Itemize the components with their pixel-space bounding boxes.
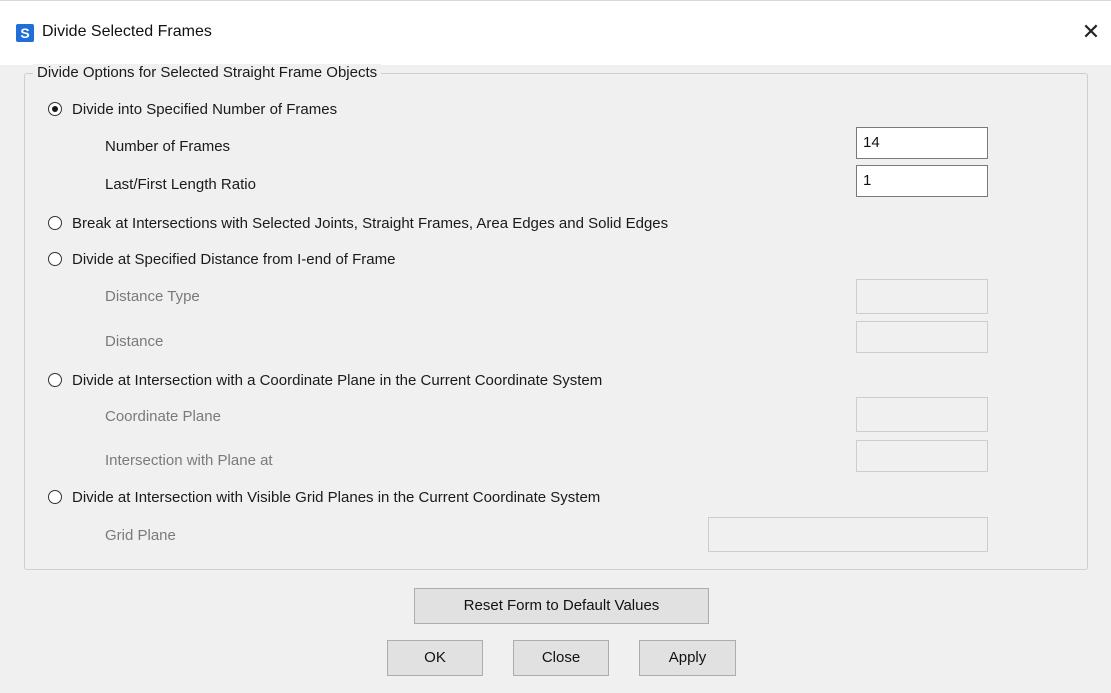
- option-coordinate-plane[interactable]: Divide at Intersection with a Coordinate…: [48, 369, 602, 391]
- reset-form-button[interactable]: Reset Form to Default Values: [414, 588, 709, 624]
- option-specified-number[interactable]: Divide into Specified Number of Frames: [48, 98, 337, 120]
- option-grid-planes[interactable]: Divide at Intersection with Visible Grid…: [48, 486, 600, 508]
- coordinate-plane-input[interactable]: [856, 397, 988, 432]
- distance-input[interactable]: [856, 321, 988, 353]
- intersection-plane-label: Intersection with Plane at: [105, 452, 273, 469]
- number-of-frames-label: Number of Frames: [105, 138, 231, 155]
- apply-button[interactable]: Apply: [639, 640, 736, 676]
- radio-specified-distance[interactable]: [48, 252, 62, 266]
- length-ratio-label: Last/First Length Ratio: [105, 176, 256, 193]
- length-ratio-input[interactable]: 1: [856, 165, 988, 197]
- intersection-plane-input[interactable]: [856, 440, 988, 472]
- close-icon[interactable]: ✕: [1080, 19, 1102, 45]
- option-specified-distance[interactable]: Divide at Specified Distance from I-end …: [48, 248, 395, 270]
- distance-type-label: Distance Type: [105, 288, 200, 305]
- divide-options-group-legend: Divide Options for Selected Straight Fra…: [33, 64, 382, 81]
- radio-grid-planes[interactable]: [48, 490, 62, 504]
- option-grid-planes-label: Divide at Intersection with Visible Grid…: [72, 488, 601, 506]
- option-break-intersections-label: Break at Intersections with Selected Joi…: [72, 214, 669, 232]
- radio-specified-number[interactable]: [48, 102, 62, 116]
- grid-plane-input[interactable]: [708, 517, 988, 552]
- close-button[interactable]: Close: [513, 640, 609, 676]
- radio-coordinate-plane[interactable]: [48, 373, 62, 387]
- option-specified-distance-label: Divide at Specified Distance from I-end …: [72, 250, 396, 268]
- number-of-frames-input[interactable]: 14: [856, 127, 988, 159]
- title-bar: S Divide Selected Frames ✕: [0, 0, 1111, 65]
- coordinate-plane-label: Coordinate Plane: [105, 408, 221, 425]
- sap2000-app-icon: S: [16, 24, 34, 42]
- option-specified-number-label: Divide into Specified Number of Frames: [72, 100, 338, 118]
- grid-plane-label: Grid Plane: [105, 527, 176, 544]
- option-coordinate-plane-label: Divide at Intersection with a Coordinate…: [72, 371, 603, 389]
- ok-button[interactable]: OK: [387, 640, 483, 676]
- option-break-intersections[interactable]: Break at Intersections with Selected Joi…: [48, 212, 668, 234]
- distance-label: Distance: [105, 333, 164, 350]
- divide-selected-frames-dialog: S Divide Selected Frames ✕ Divide Option…: [0, 0, 1111, 693]
- radio-break-intersections[interactable]: [48, 216, 62, 230]
- window-title: Divide Selected Frames: [42, 23, 212, 40]
- distance-type-input[interactable]: [856, 279, 988, 314]
